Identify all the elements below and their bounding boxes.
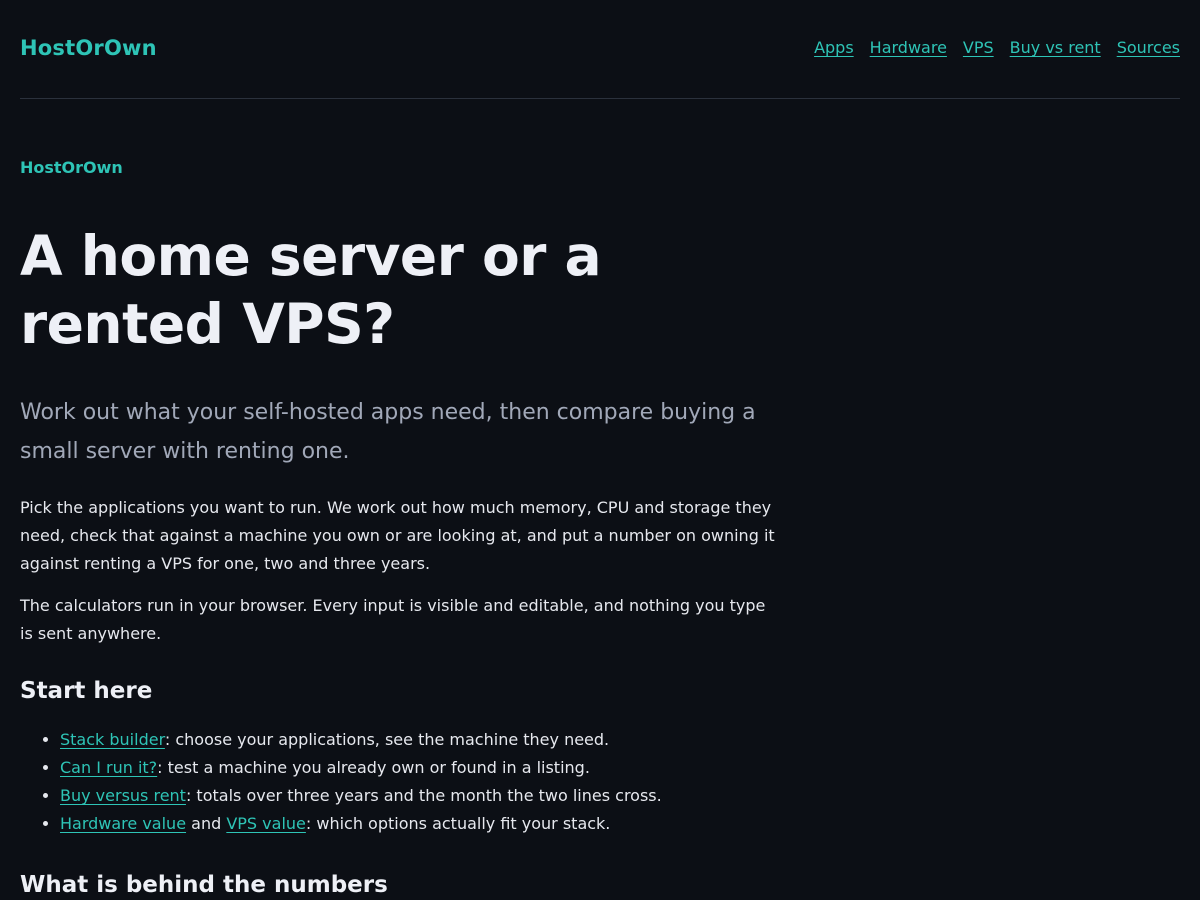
main-content: HostOrOwn A home server or a rented VPS?… <box>20 158 780 900</box>
vps-value-link[interactable]: VPS value <box>226 814 306 833</box>
list-item: Stack builder: choose your applications,… <box>60 726 780 754</box>
start-here-heading: Start here <box>20 678 153 704</box>
privacy-paragraph: The calculators run in your browser. Eve… <box>20 596 766 643</box>
stack-builder-link[interactable]: Stack builder <box>60 730 165 749</box>
list-item-text: : test a machine you already own or foun… <box>157 758 590 777</box>
lead-text: Work out what your self-hosted apps need… <box>20 400 756 464</box>
can-i-run-it-link[interactable]: Can I run it? <box>60 758 157 777</box>
hardware-value-link[interactable]: Hardware value <box>60 814 186 833</box>
page-title: A home server or a rented VPS? <box>20 224 602 356</box>
behind-numbers-heading: What is behind the numbers <box>20 872 388 898</box>
list-item-text: and <box>186 814 227 833</box>
list-item-text: : choose your applications, see the mach… <box>164 730 610 749</box>
nav-buy-vs-rent[interactable]: Buy vs rent <box>1010 38 1101 57</box>
list-item: Can I run it?: test a machine you alread… <box>60 754 780 782</box>
list-item-text: : which options actually fit your stack. <box>305 814 611 833</box>
main-nav: Apps Hardware VPS Buy vs rent Sources <box>814 38 1180 57</box>
page: HostOrOwn Apps Hardware VPS Buy vs rent … <box>0 0 1200 900</box>
brand-link[interactable]: HostOrOwn <box>20 36 157 60</box>
nav-sources[interactable]: Sources <box>1117 38 1180 57</box>
start-here-list: Stack builder: choose your applications,… <box>20 726 780 838</box>
buy-versus-rent-link[interactable]: Buy versus rent <box>60 786 186 805</box>
list-item: Buy versus rent: totals over three years… <box>60 782 780 810</box>
site-header: HostOrOwn Apps Hardware VPS Buy vs rent … <box>20 0 1180 99</box>
list-item: Hardware value and VPS value: which opti… <box>60 810 780 838</box>
nav-hardware[interactable]: Hardware <box>870 38 947 57</box>
nav-vps[interactable]: VPS <box>963 38 994 57</box>
nav-apps[interactable]: Apps <box>814 38 854 57</box>
eyebrow: HostOrOwn <box>20 158 123 177</box>
list-item-text: : totals over three years and the month … <box>185 786 662 805</box>
intro-paragraph: Pick the applications you want to run. W… <box>20 498 775 573</box>
